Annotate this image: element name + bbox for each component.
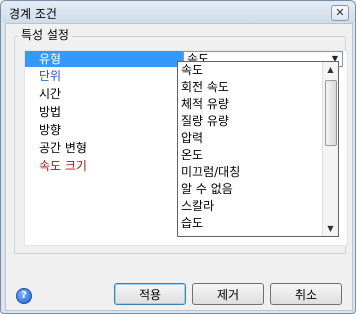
scroll-down-icon[interactable]: ▼	[323, 221, 338, 236]
group-label: 특성 설정	[18, 26, 72, 43]
property-label: 유형	[39, 52, 62, 66]
help-icon[interactable]: ?	[16, 288, 32, 304]
dropdown-option[interactable]: 회전 속도	[178, 79, 321, 96]
property-unit[interactable]: 단위	[25, 68, 189, 84]
scrollbar-thumb[interactable]	[325, 80, 337, 146]
dropdown-scrollbar[interactable]: ▲ ▼	[322, 62, 338, 236]
property-label: 방법	[39, 105, 62, 119]
dropdown-option[interactable]: 질량 유량	[178, 113, 321, 130]
property-direction[interactable]: 방향	[25, 122, 189, 138]
scroll-up-icon[interactable]: ▲	[323, 62, 338, 77]
dropdown-option[interactable]: 온도	[178, 147, 321, 164]
remove-button[interactable]: 제거	[192, 283, 264, 305]
apply-button[interactable]: 적용	[114, 283, 186, 305]
property-velocity-magnitude[interactable]: 속도 크기	[25, 158, 189, 174]
property-label: 공간 변형	[39, 141, 87, 155]
window-title: 경계 조건	[9, 7, 57, 21]
property-spatial-variation[interactable]: 공간 변형	[25, 140, 189, 156]
boundary-condition-dialog: 경계 조건 ✕ 특성 설정 유형 단위 시간 방법 방향 공간 변형 속도 크기…	[0, 0, 356, 314]
dropdown-option[interactable]: 습도	[178, 215, 321, 232]
dropdown-option[interactable]: 스칼라	[178, 198, 321, 215]
dropdown-option[interactable]: 압력	[178, 130, 321, 147]
cancel-button[interactable]: 취소	[270, 283, 342, 305]
property-label: 시간	[39, 87, 62, 101]
property-label: 방향	[39, 123, 62, 137]
property-type[interactable]: 유형	[25, 51, 189, 67]
type-dropdown-list: 속도 회전 속도 체적 유량 질량 유량 압력 온도 미끄럼/대칭 알 수 없음…	[177, 61, 339, 237]
close-button[interactable]: ✕	[331, 5, 349, 21]
property-method[interactable]: 방법	[25, 104, 189, 120]
dropdown-option[interactable]: 미끄럼/대칭	[178, 164, 321, 181]
property-label: 속도 크기	[39, 159, 87, 173]
title-bar: 경계 조건 ✕	[1, 1, 355, 23]
property-time[interactable]: 시간	[25, 86, 189, 102]
dropdown-option[interactable]: 속도	[178, 62, 321, 79]
property-label: 단위	[39, 69, 62, 83]
dropdown-option[interactable]: 체적 유량	[178, 96, 321, 113]
dropdown-option[interactable]: 알 수 없음	[178, 181, 321, 198]
